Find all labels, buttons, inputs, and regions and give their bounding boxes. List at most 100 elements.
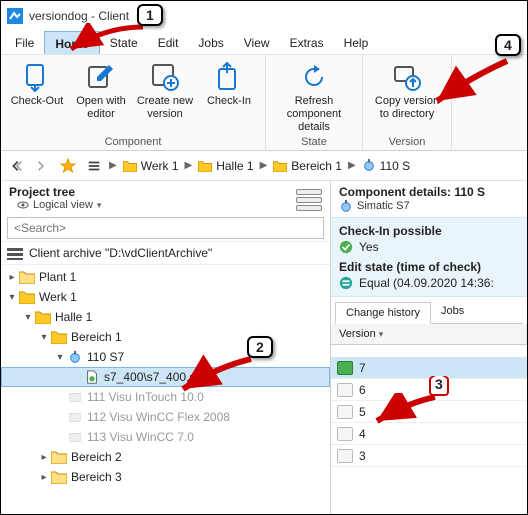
checkin-button[interactable]: Check-In: [197, 59, 261, 136]
collapse-icon[interactable]: ▾: [21, 312, 35, 323]
tab-jobs[interactable]: Jobs: [431, 301, 474, 323]
details-tabs: Change history Jobs: [335, 301, 523, 324]
refresh-label: Refresh component details: [272, 95, 356, 134]
crumb-component[interactable]: 110 S: [360, 159, 412, 173]
open-editor-button[interactable]: Open with editor: [69, 59, 133, 136]
view-mode-label: Logical view: [33, 199, 93, 211]
checkin-label: Check-In possible: [339, 224, 519, 238]
refresh-button[interactable]: Refresh component details: [270, 59, 358, 136]
tree-label: Bereich 2: [71, 450, 122, 464]
tree-label: 113 Visu WinCC 7.0: [87, 430, 194, 444]
menu-jobs[interactable]: Jobs: [188, 31, 233, 54]
server-icon[interactable]: [296, 189, 322, 211]
window-title: versiondog - Client: [29, 9, 129, 23]
annotation-arrow-2: [177, 353, 257, 397]
app-icon: [7, 8, 23, 24]
component-type-icon: [339, 199, 353, 213]
nav-fwd-icon[interactable]: [31, 155, 53, 177]
menu-file[interactable]: File: [5, 31, 44, 54]
editstate-label: Edit state (time of check): [339, 260, 519, 274]
tree-node-intouch[interactable]: 111 Visu InTouch 10.0: [1, 387, 330, 407]
crumb-sep-icon: ▶: [348, 160, 356, 171]
pencil-icon: [85, 61, 117, 93]
open-editor-label: Open with editor: [71, 95, 131, 121]
col-version-label: Version: [339, 328, 376, 340]
details-type: Simatic S7: [357, 200, 410, 212]
ribbon-group-component: Component: [5, 136, 261, 148]
expand-icon[interactable]: ▸: [5, 272, 19, 283]
version-icon: [337, 361, 353, 375]
crumb-bereich1[interactable]: Bereich 1: [271, 159, 344, 173]
checkin-value: Yes: [359, 240, 379, 254]
search-input[interactable]: [7, 217, 324, 239]
menu-extras[interactable]: Extras: [280, 31, 334, 54]
version-value: 5: [359, 405, 366, 419]
version-icon: [337, 427, 353, 441]
expand-icon[interactable]: ▸: [37, 472, 51, 483]
checkout-button[interactable]: Check-Out: [5, 59, 69, 136]
tree-node-halle1[interactable]: ▾ Halle 1: [1, 307, 330, 327]
chevron-down-icon: ▾: [97, 200, 102, 211]
checkout-icon: [21, 61, 53, 93]
nav-back-icon[interactable]: [5, 155, 27, 177]
project-tree-title: Project tree: [9, 185, 109, 199]
collapse-icon[interactable]: ▾: [53, 352, 67, 363]
collapse-icon[interactable]: ▾: [5, 292, 19, 303]
tab-change-history[interactable]: Change history: [335, 302, 431, 324]
tree-node-plant1[interactable]: ▸ Plant 1: [1, 267, 330, 287]
ribbon-group-state: State: [270, 136, 358, 148]
menu-edit[interactable]: Edit: [148, 31, 189, 54]
version-row[interactable]: 7: [331, 357, 527, 379]
search-box[interactable]: [7, 217, 324, 239]
tree: ▸ Plant 1 ▾ Werk 1 ▾ Halle 1 ▾ Bereich 1…: [1, 265, 330, 514]
tree-node-110s7[interactable]: ▾ 110 S7: [1, 347, 330, 367]
tree-node-s7file[interactable]: s7_400\s7_400.s7p: [1, 367, 330, 387]
view-mode-selector[interactable]: Logical view ▾: [9, 199, 109, 215]
crumb-label: Bereich 1: [291, 159, 342, 173]
archive-icon: [7, 246, 23, 260]
crumb-label: Werk 1: [141, 159, 179, 173]
menu-view[interactable]: View: [234, 31, 280, 54]
tree-node-werk1[interactable]: ▾ Werk 1: [1, 287, 330, 307]
create-version-icon: [149, 61, 181, 93]
editstate-value: Equal (04.09.2020 14:36:: [359, 276, 494, 290]
list-icon[interactable]: [83, 155, 105, 177]
version-grid-header: Version ▾: [331, 324, 527, 345]
crumb-werk1[interactable]: Werk 1: [121, 159, 181, 173]
tree-node-bereich2[interactable]: ▸ Bereich 2: [1, 447, 330, 467]
breadcrumb-bar: ▶ Werk 1 ▶ Halle 1 ▶ Bereich 1 ▶ 110 S: [1, 151, 527, 181]
annotation-arrow-1: [65, 23, 145, 57]
star-icon[interactable]: [57, 155, 79, 177]
create-version-label: Create new version: [135, 95, 195, 121]
crumb-halle1[interactable]: Halle 1: [196, 159, 255, 173]
expand-icon[interactable]: ▸: [37, 452, 51, 463]
tree-node-wincc7[interactable]: 113 Visu WinCC 7.0: [1, 427, 330, 447]
check-icon: [339, 240, 353, 254]
menu-help[interactable]: Help: [334, 31, 379, 54]
tree-label: Bereich 3: [71, 470, 122, 484]
tree-node-bereich3[interactable]: ▸ Bereich 3: [1, 467, 330, 487]
archive-row[interactable]: Client archive "D:\vdClientArchive": [1, 241, 330, 265]
tree-label: Werk 1: [39, 290, 77, 304]
tree-label: Halle 1: [55, 310, 92, 324]
tree-node-bereich1[interactable]: ▾ Bereich 1: [1, 327, 330, 347]
version-icon: [337, 405, 353, 419]
create-version-button[interactable]: Create new version: [133, 59, 197, 136]
equal-icon: [339, 276, 353, 290]
refresh-icon: [298, 61, 330, 93]
archive-label: Client archive "D:\vdClientArchive": [29, 246, 212, 260]
details-pane: Component details: 110 S Simatic S7 Chec…: [331, 181, 527, 514]
checkin-icon: [213, 61, 245, 93]
crumb-label: 110 S: [380, 159, 410, 173]
file-icon: [84, 370, 100, 384]
sort-icon: ▾: [379, 329, 384, 339]
component-icon: [67, 350, 83, 364]
checkout-label: Check-Out: [11, 95, 64, 108]
collapse-icon[interactable]: ▾: [37, 332, 51, 343]
tree-node-winccflex[interactable]: 112 Visu WinCC Flex 2008: [1, 407, 330, 427]
version-row[interactable]: 3: [331, 445, 527, 467]
tree-label: Bereich 1: [71, 330, 122, 344]
tree-label: 110 S7: [87, 350, 124, 364]
component-icon: [67, 410, 83, 424]
col-version[interactable]: Version ▾: [331, 324, 527, 344]
